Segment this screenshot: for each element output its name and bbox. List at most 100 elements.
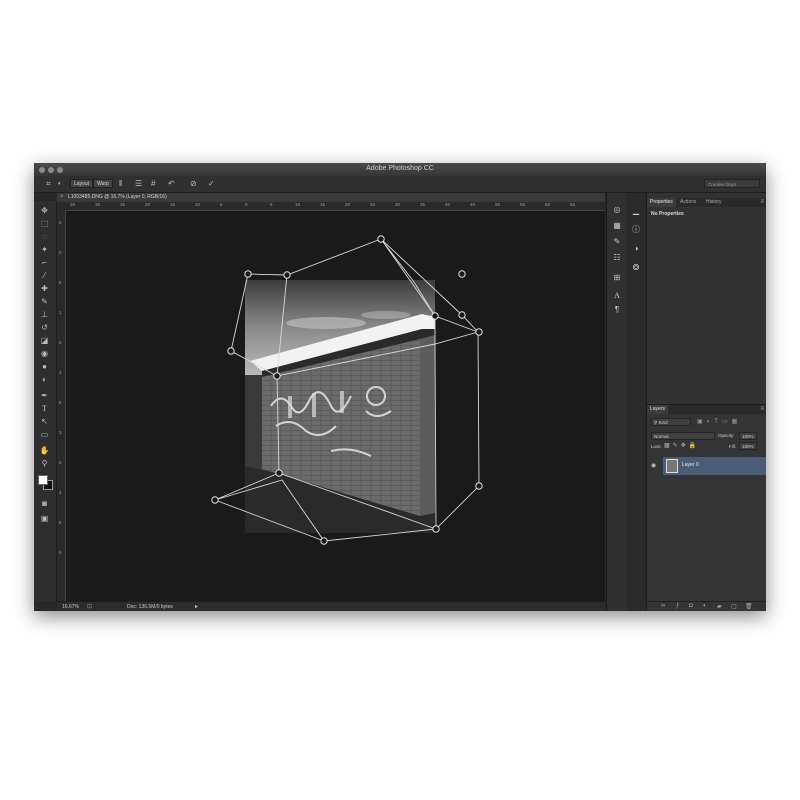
status-menu-arrow-icon[interactable]: ▸ xyxy=(195,603,198,610)
layer-name[interactable]: Layer 0 xyxy=(682,462,699,468)
eyedropper-tool-icon[interactable]: ⁄ xyxy=(38,270,51,281)
layer-row[interactable]: Layer 0 xyxy=(663,457,766,475)
layers-bottom-bar: ∞ ƒ ◘ ◐ ▰ ▢ 🗑 xyxy=(647,601,766,611)
type-tool-icon[interactable]: T xyxy=(38,403,51,414)
puppet-warp-tool-icon[interactable]: ⌗ xyxy=(46,178,51,190)
adjustment-layer-icon[interactable]: ◐ xyxy=(703,603,707,609)
tab-history[interactable]: History xyxy=(703,198,725,207)
zoom-level[interactable]: 16.67% xyxy=(62,604,79,610)
history-brush-tool-icon[interactable]: ↺ xyxy=(38,322,51,333)
ruler-label: 25 xyxy=(120,202,126,207)
paragraph-icon[interactable]: ¶ xyxy=(611,305,623,315)
ruler-label: 20 xyxy=(345,202,351,207)
warp-pin[interactable] xyxy=(475,328,483,336)
info-icon[interactable]: ⓘ xyxy=(630,224,642,236)
delete-layer-icon[interactable]: 🗑 xyxy=(745,603,753,610)
horizontal-ruler[interactable]: 35 30 25 20 15 10 5 0 5 10 15 20 25 30 3… xyxy=(65,202,605,211)
document-title: L1003485.DNG @ 16.7% (Layer 0, RGB/16) xyxy=(68,194,167,200)
eraser-tool-icon[interactable]: ◪ xyxy=(38,335,51,346)
close-document-icon[interactable]: × xyxy=(60,193,64,202)
move-tool-icon[interactable]: ✥ xyxy=(38,205,51,216)
hand-tool-icon[interactable]: ✋ xyxy=(38,445,51,456)
add-mask-icon[interactable]: ◘ xyxy=(689,603,693,609)
brush-presets-icon[interactable]: ✎ xyxy=(611,237,623,247)
blend-mode-select[interactable]: Normal xyxy=(651,432,715,440)
grid-icon[interactable]: # xyxy=(151,178,155,190)
fill-field[interactable]: 100% xyxy=(739,442,757,450)
histogram-icon[interactable]: ▁ xyxy=(630,205,642,217)
path-select-tool-icon[interactable]: ↖ xyxy=(38,416,51,427)
layer-filter-select[interactable]: ⚲ Kind xyxy=(651,418,691,426)
doc-size: Doc: 136.5M/0 bytes xyxy=(127,604,173,610)
grid-vertical-icon[interactable]: ⦀ xyxy=(119,178,123,190)
dodge-tool-icon[interactable]: ◐ xyxy=(38,374,51,385)
workspace-switcher[interactable]: Creative Days xyxy=(704,179,760,188)
navigator-icon[interactable]: ◎ xyxy=(611,205,623,215)
link-layers-icon[interactable]: ∞ xyxy=(661,603,665,609)
opacity-field[interactable]: 100% xyxy=(739,432,757,440)
tab-properties[interactable]: Properties xyxy=(647,198,676,207)
layout-mode-button[interactable]: Layout xyxy=(70,179,94,188)
stamp-tool-icon[interactable]: ⊥ xyxy=(38,309,51,320)
grid-horizontal-icon[interactable]: ☰ xyxy=(135,178,142,190)
tool-preset-dropdown-icon[interactable]: ▾ xyxy=(58,178,61,190)
quick-mask-icon[interactable]: ◙ xyxy=(38,498,51,509)
warp-pin[interactable] xyxy=(432,525,440,533)
lasso-tool-icon[interactable]: ◌ xyxy=(38,231,51,242)
warp-pin[interactable] xyxy=(320,537,328,545)
bucket-tool-icon[interactable]: ◉ xyxy=(38,348,51,359)
rotate-icon[interactable]: ↶ xyxy=(168,178,175,190)
warp-pin[interactable] xyxy=(273,372,281,380)
fx-icon[interactable]: ƒ xyxy=(676,603,679,609)
layer-filter-icons[interactable]: ▣◐T▭▦ xyxy=(697,418,741,425)
tab-actions[interactable]: Actions xyxy=(677,198,699,207)
vertical-ruler[interactable]: 5 0 5 1 5 2 5 3 5 4 5 5 xyxy=(57,210,66,601)
lock-icons[interactable]: ▩✎✥🔒 xyxy=(664,442,699,449)
warp-pin[interactable] xyxy=(244,270,252,278)
warp-mode-button[interactable]: Warp xyxy=(93,179,113,188)
warp-pin[interactable] xyxy=(458,270,466,278)
warp-pin[interactable] xyxy=(431,312,439,320)
ruler-label: 5 xyxy=(59,340,62,345)
warp-pin[interactable] xyxy=(227,347,235,355)
warp-pin[interactable] xyxy=(283,271,291,279)
ruler-label: 3 xyxy=(59,430,62,435)
photoshop-window: Adobe Photoshop CC ⌗ ▾ Layout Warp ⦀ ☰ #… xyxy=(34,163,766,611)
ruler-origin[interactable] xyxy=(57,202,65,210)
lock-label: Lock: xyxy=(651,444,662,449)
brush-tool-icon[interactable]: ✎ xyxy=(38,296,51,307)
new-group-icon[interactable]: ▰ xyxy=(717,603,722,610)
marquee-tool-icon[interactable]: ⬚ xyxy=(38,218,51,229)
layers-menu-icon[interactable]: ≡ xyxy=(760,405,764,414)
warp-pin[interactable] xyxy=(211,496,219,504)
pen-tool-icon[interactable]: ✒ xyxy=(38,390,51,401)
visibility-eye-icon[interactable]: ◉ xyxy=(651,462,656,469)
align-icon[interactable]: ⊞ xyxy=(611,273,623,283)
warp-pin[interactable] xyxy=(275,469,283,477)
new-layer-icon[interactable]: ▢ xyxy=(731,603,737,610)
canvas-area[interactable] xyxy=(66,211,605,601)
healing-tool-icon[interactable]: ✚ xyxy=(38,283,51,294)
magic-wand-tool-icon[interactable]: ✦ xyxy=(38,244,51,255)
zoom-tool-icon[interactable]: ⚲ xyxy=(38,458,51,469)
tab-layers[interactable]: Layers xyxy=(647,405,669,414)
fill-label: Fill: xyxy=(729,444,736,449)
screen-mode-icon[interactable]: ▣ xyxy=(38,513,51,524)
warp-pin[interactable] xyxy=(475,482,483,490)
panel-menu-icon[interactable]: ≡ xyxy=(760,198,764,207)
channels-icon[interactable]: ❂ xyxy=(630,262,642,274)
character-icon[interactable]: A xyxy=(611,291,623,301)
cancel-icon[interactable]: ⊘ xyxy=(190,178,197,190)
blur-tool-icon[interactable]: ● xyxy=(38,361,51,372)
commit-icon[interactable]: ✓ xyxy=(208,178,215,190)
adjust-sliders-icon[interactable]: ☷ xyxy=(611,253,623,263)
color-icon[interactable]: ◑ xyxy=(630,243,642,255)
share-icon[interactable]: ⊡ xyxy=(87,603,92,610)
color-swatches[interactable] xyxy=(38,475,53,490)
warp-pin[interactable] xyxy=(458,311,466,319)
shape-tool-icon[interactable]: ▭ xyxy=(38,429,51,440)
swatches-icon[interactable]: ▦ xyxy=(611,221,623,231)
crop-tool-icon[interactable]: ⌐ xyxy=(38,257,51,268)
layers-tab-bar: Layers ≡ xyxy=(647,405,766,414)
warp-pin[interactable] xyxy=(377,235,385,243)
